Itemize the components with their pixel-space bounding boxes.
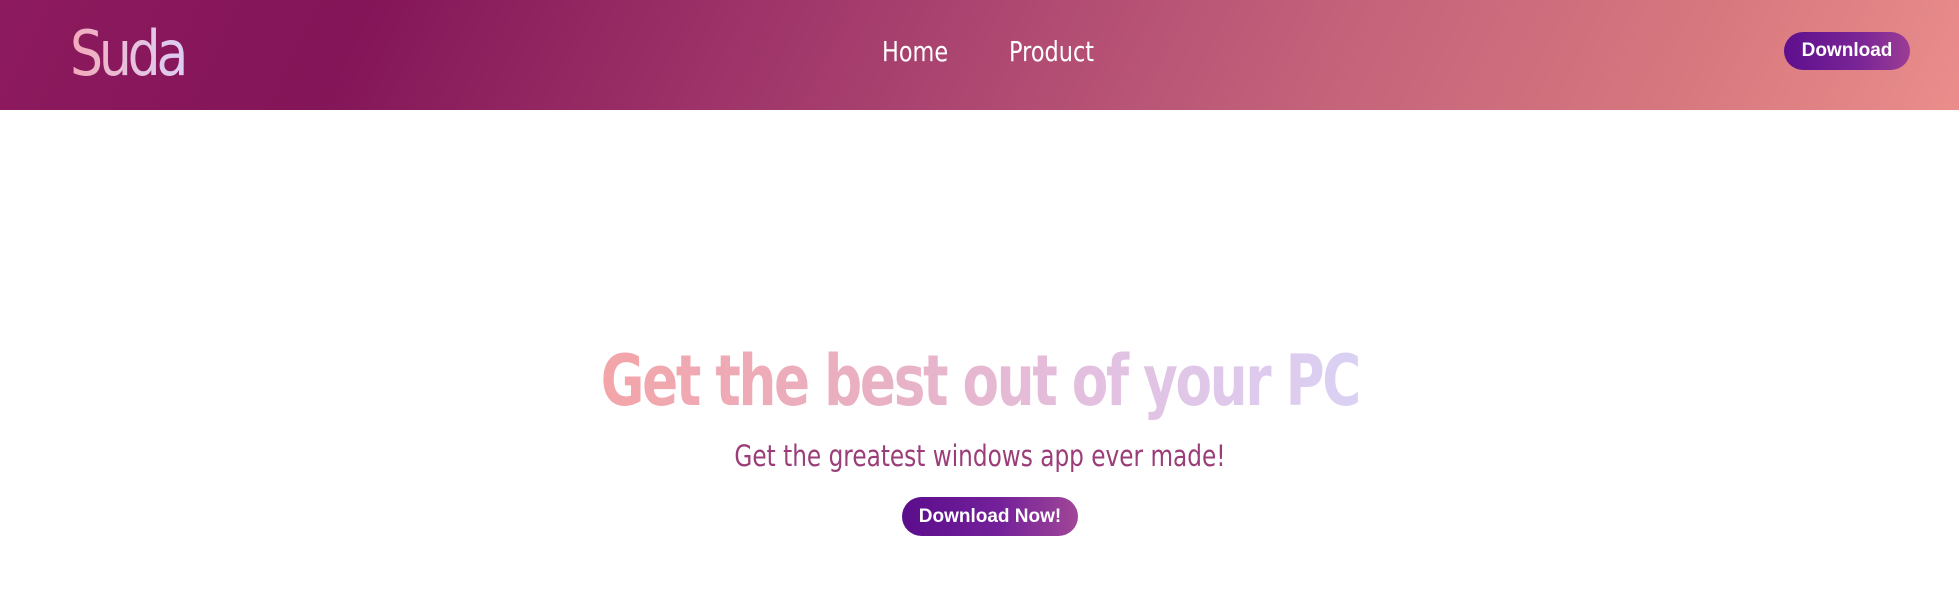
hero-subtitle: Get the greatest windows app ever made! [0, 436, 1959, 476]
hero-subtitle-text: Get the greatest windows app ever made! [733, 439, 1226, 473]
navbar: Suda Home Product Download [0, 0, 1959, 110]
hero-title: Get the best out of your PC [0, 338, 1959, 424]
hero-title-text: Get the best out of your PC [600, 340, 1361, 422]
nav-links: Home Product [0, 30, 1959, 74]
nav-link-product[interactable]: Product [1009, 30, 1094, 74]
download-now-button[interactable]: Download Now! [902, 497, 1078, 536]
download-button[interactable]: Download [1784, 32, 1910, 70]
nav-link-home[interactable]: Home [882, 30, 948, 74]
